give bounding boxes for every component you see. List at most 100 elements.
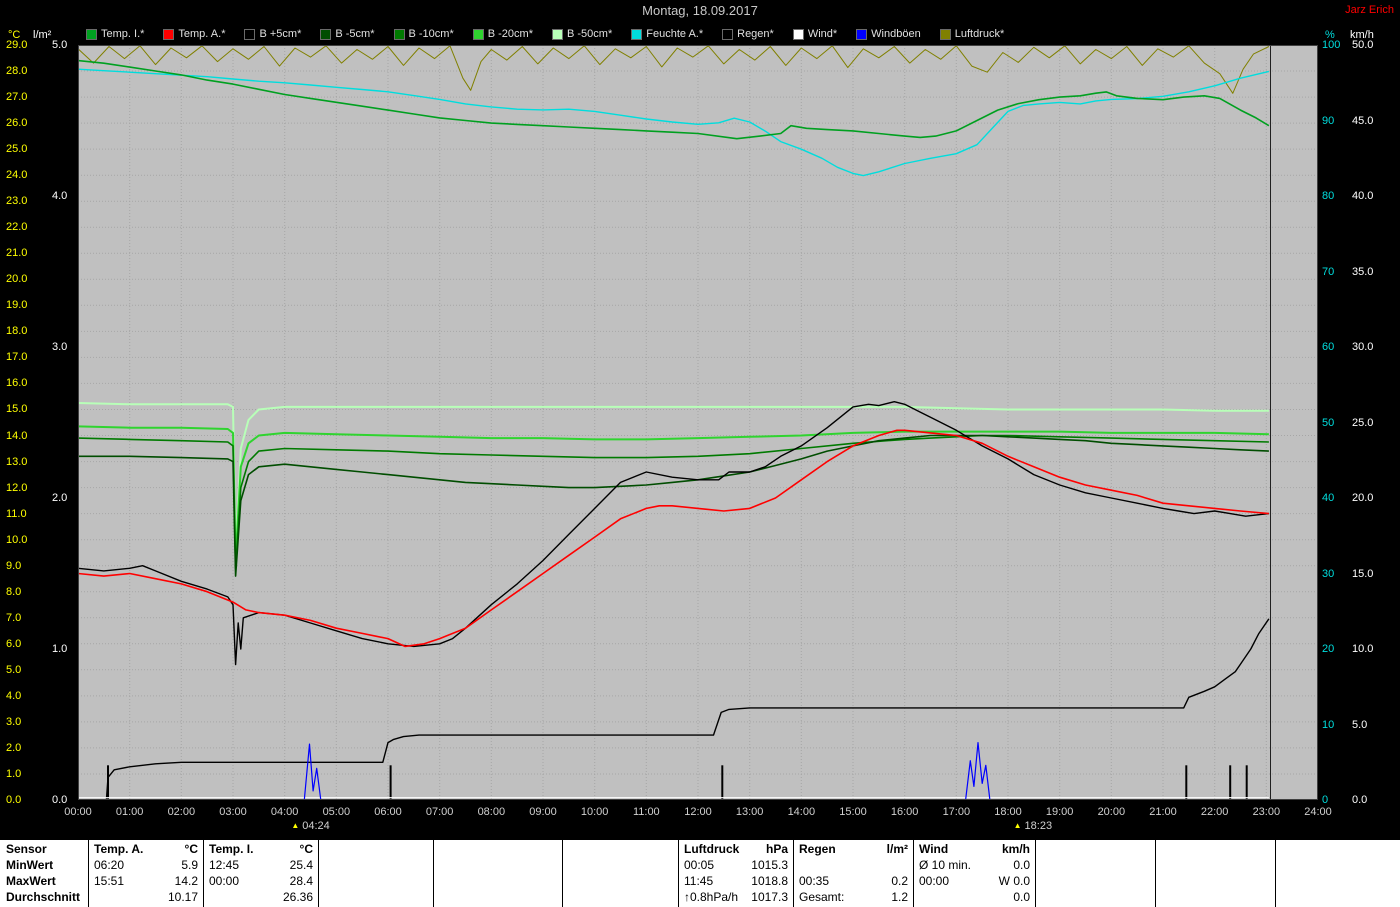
x-axis-tick: 11:00 <box>626 806 666 818</box>
table-column-luftdruck: LuftdruckhPa00:051015.311:451018.8↑0.8hP… <box>678 840 793 907</box>
sunset-annotation: ▲18:23 <box>1014 819 1052 833</box>
c-axis-tick: 1.0 <box>6 768 21 780</box>
c-axis-tick: 3.0 <box>6 716 21 728</box>
table-cell <box>568 858 673 873</box>
c-axis-tick: 11.0 <box>6 508 27 520</box>
x-axis-tick: 19:00 <box>1040 806 1080 818</box>
x-axis-tick: 22:00 <box>1195 806 1235 818</box>
page-title: Montag, 18.09.2017 <box>0 0 1400 22</box>
table-cell: LuftdruckhPa <box>684 842 788 857</box>
kmh-axis-tick: 50.0 <box>1352 39 1373 51</box>
x-axis-tick: 05:00 <box>316 806 356 818</box>
kmh-axis-tick: 30.0 <box>1352 341 1373 353</box>
legend-label: Windböen <box>871 28 921 40</box>
table-cell <box>324 842 428 857</box>
legend-label: B -50cm* <box>567 28 612 40</box>
legend-item-luftdruck: Luftdruck* <box>940 28 1005 40</box>
table-cell-right: 1017.3 <box>751 890 788 905</box>
table-cell: 00:00 28.4 <box>209 874 313 889</box>
table-cell: 00:00W 0.0 <box>919 874 1030 889</box>
table-cell: 26.36 <box>209 890 313 905</box>
table-cell <box>1161 874 1270 889</box>
table-cell <box>1041 890 1150 905</box>
table-cell <box>1281 842 1394 857</box>
x-axis-tick: 07:00 <box>420 806 460 818</box>
table-cell <box>439 874 557 889</box>
legend-swatch <box>552 29 563 40</box>
table-cell <box>568 890 673 905</box>
pct-axis-tick: 100 <box>1322 39 1340 51</box>
c-axis-tick: 14.0 <box>6 430 27 442</box>
legend-item-regen: Regen* <box>722 28 774 40</box>
table-cell-left: Luftdruck <box>684 842 739 857</box>
x-axis-tick: 23:00 <box>1246 806 1286 818</box>
pct-axis-tick: 50 <box>1322 417 1334 429</box>
series-feuchte <box>78 69 1269 175</box>
legend-item-b_m50: B -50cm* <box>552 28 612 40</box>
legend: Temp. I.*Temp. A.*B +5cm*B -5cm*B -10cm*… <box>0 24 1400 44</box>
table-cell-right: 25.4 <box>290 858 313 873</box>
table-cell-left: 00:00 <box>209 874 239 889</box>
pct-axis-tick: 60 <box>1322 341 1334 353</box>
pct-axis-tick: 30 <box>1322 568 1334 580</box>
legend-label: Temp. I.* <box>101 28 144 40</box>
x-axis-tick: 12:00 <box>678 806 718 818</box>
table-column-temp-i: Temp. I.°C12:4525.400:0028.426.36 <box>203 840 318 907</box>
c-axis-tick: 23.0 <box>6 195 27 207</box>
c-axis-tick: 25.0 <box>6 143 27 155</box>
table-cell <box>1041 858 1150 873</box>
kmh-axis-tick: 10.0 <box>1352 643 1373 655</box>
c-axis-tick: 20.0 <box>6 273 27 285</box>
x-axis-tick: 14:00 <box>781 806 821 818</box>
c-axis-tick: 15.0 <box>6 403 27 415</box>
table-cell-right: 28.4 <box>290 874 313 889</box>
c-axis-tick: 17.0 <box>6 351 27 363</box>
table-row-label: MaxWert <box>6 874 56 889</box>
c-axis-tick: 4.0 <box>6 690 21 702</box>
table-column-empty-6 <box>1275 840 1399 907</box>
legend-label: B -5cm* <box>335 28 374 40</box>
table-row-label: Durchschnitt <box>6 890 80 905</box>
x-axis-tick: 01:00 <box>110 806 150 818</box>
c-axis-tick: 13.0 <box>6 456 27 468</box>
x-axis-tick: 08:00 <box>471 806 511 818</box>
series-b_m10 <box>78 436 1269 569</box>
table-cell <box>568 842 673 857</box>
sunrise-annotation: ▲04:24 <box>291 819 329 833</box>
legend-swatch <box>394 29 405 40</box>
legend-swatch <box>631 29 642 40</box>
c-axis-tick: 10.0 <box>6 534 27 546</box>
summary-table: SensorMinWertMaxWertDurchschnittTemp. A.… <box>0 840 1400 907</box>
table-cell: Ø 10 min.0.0 <box>919 858 1030 873</box>
series-regen <box>78 619 1269 800</box>
x-axis-tick: 02:00 <box>161 806 201 818</box>
c-axis-tick: 0.0 <box>6 794 21 806</box>
lm2-axis-tick: 0.0 <box>52 794 67 806</box>
legend-item-temp_a: Temp. A.* <box>163 28 225 40</box>
c-axis-tick: 6.0 <box>6 638 21 650</box>
table-cell-left: 06:20 <box>94 858 124 873</box>
legend-label: Feuchte A.* <box>646 28 703 40</box>
table-cell-left: 00:00 <box>919 874 949 889</box>
pct-axis-tick: 90 <box>1322 115 1334 127</box>
table-cell-left: 00:05 <box>684 858 714 873</box>
kmh-axis-tick: 0.0 <box>1352 794 1367 806</box>
table-cell: 06:205.9 <box>94 858 198 873</box>
kmh-axis-tick: 20.0 <box>1352 492 1373 504</box>
table-cell <box>439 890 557 905</box>
legend-item-b_m10: B -10cm* <box>394 28 454 40</box>
pct-axis-tick: 20 <box>1322 643 1334 655</box>
legend-item-b_m20: B -20cm* <box>473 28 533 40</box>
table-cell: 00:350.2 <box>799 874 908 889</box>
table-cell-right: 1.2 <box>891 890 908 905</box>
legend-items: Temp. I.*Temp. A.*B +5cm*B -5cm*B -10cm*… <box>86 28 1004 40</box>
table-cell-left: Temp. I. <box>209 842 253 857</box>
table-cell-right: 1015.3 <box>751 858 788 873</box>
c-axis-tick: 22.0 <box>6 221 27 233</box>
legend-item-b_m5: B -5cm* <box>320 28 374 40</box>
sunset-icon: ▲ <box>1014 821 1022 830</box>
c-axis-tick: 12.0 <box>6 482 27 494</box>
table-cell: 10.17 <box>94 890 198 905</box>
table-cell-left: 15:51 <box>94 874 124 889</box>
c-axis-tick: 27.0 <box>6 91 27 103</box>
